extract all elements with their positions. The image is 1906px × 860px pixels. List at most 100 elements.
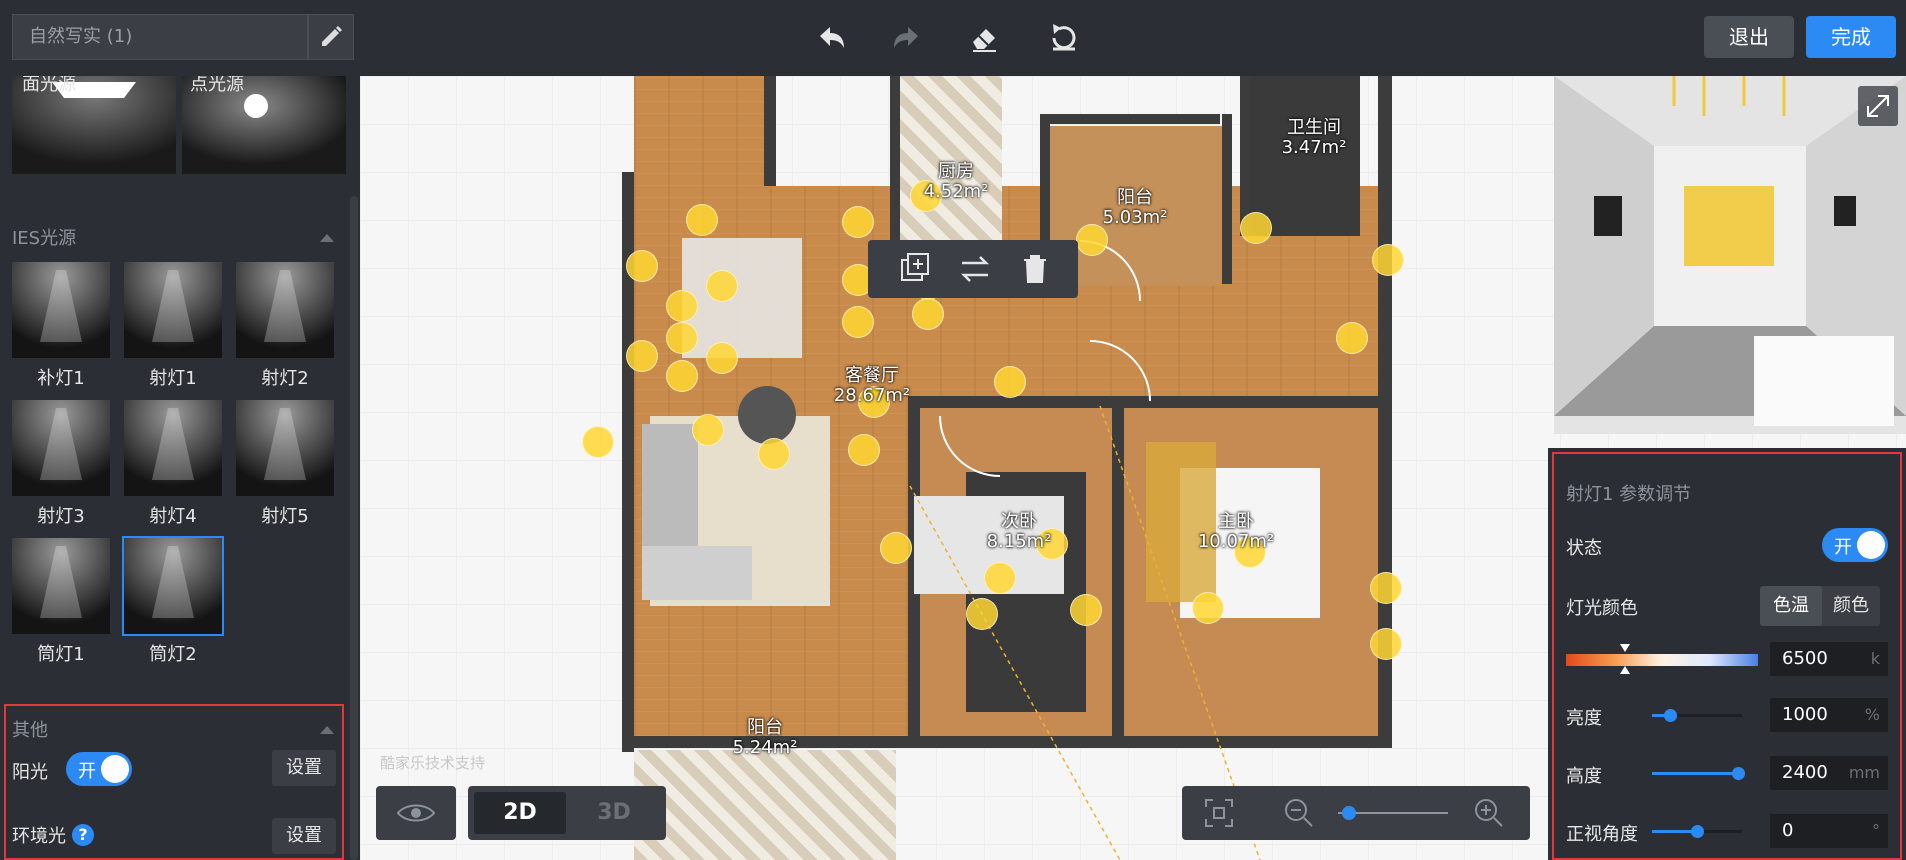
ies-light-tile[interactable] [12, 262, 110, 358]
color-rgb-tab[interactable]: 颜色 [1822, 586, 1880, 626]
color-temp-marker-top[interactable] [1620, 644, 1630, 652]
light-bulb-marker[interactable] [912, 298, 944, 330]
color-temp-tab[interactable]: 色温 [1760, 586, 1822, 626]
ies-light-label: 射灯1 [149, 368, 197, 389]
room-label-second-bedroom: 次卧 8.15m² [974, 512, 1064, 552]
height-input[interactable]: 2400 mm [1770, 756, 1888, 790]
light-bulb-marker[interactable] [1370, 628, 1402, 660]
zoom-out-icon[interactable] [1282, 796, 1316, 830]
ies-light-tile[interactable] [12, 538, 110, 634]
visibility-button[interactable] [376, 786, 456, 840]
light-bulb-marker[interactable] [582, 426, 614, 458]
color-temp-input[interactable]: 6500 k [1770, 642, 1888, 676]
ies-light-tile[interactable] [236, 400, 334, 496]
light-bulb-marker[interactable] [626, 340, 658, 372]
exit-button[interactable]: 退出 [1704, 16, 1794, 58]
top-toolbar: 自然写实 (1) 退出 完成 [0, 0, 1906, 76]
scheme-name-field[interactable]: 自然写实 (1) [12, 14, 308, 60]
room-name: 厨房 [938, 161, 974, 182]
light-bulb-marker[interactable] [1336, 322, 1368, 354]
light-bulb-marker[interactable] [842, 206, 874, 238]
redo-button[interactable] [884, 16, 928, 60]
room-area: 10.07m² [1197, 531, 1275, 552]
ies-light-tile[interactable] [124, 262, 222, 358]
light-bulb-marker[interactable] [848, 434, 880, 466]
angle-input[interactable]: 0 ° [1770, 814, 1888, 848]
light-bulb-marker[interactable] [1240, 212, 1272, 244]
view-3d-button[interactable]: 3D [568, 792, 660, 834]
sunlight-toggle[interactable]: 开 [66, 752, 132, 786]
light-bulb-marker[interactable] [706, 342, 738, 374]
ies-light-tile[interactable] [122, 536, 224, 636]
light-bulb-marker[interactable] [1192, 592, 1224, 624]
help-icon[interactable]: ? [72, 824, 94, 846]
undo-button[interactable] [810, 16, 854, 60]
angle-slider[interactable] [1652, 825, 1742, 838]
light-bulb-marker[interactable] [994, 366, 1026, 398]
toggle-knob [1857, 531, 1885, 559]
reset-button[interactable] [1042, 16, 1086, 60]
height-slider[interactable] [1652, 767, 1745, 780]
light-bulb-marker[interactable] [880, 532, 912, 564]
spotlight-preview [124, 400, 222, 496]
light-bulb-marker[interactable] [666, 290, 698, 322]
room-name: 主卧 [1218, 511, 1254, 532]
replace-icon[interactable] [958, 252, 992, 286]
room-name: 次卧 [1001, 511, 1037, 532]
3d-preview[interactable] [1554, 76, 1906, 434]
collapse-chevron-icon[interactable] [320, 726, 334, 734]
view-2d-button[interactable]: 2D [474, 792, 566, 834]
color-temp-marker-bottom[interactable] [1620, 666, 1630, 674]
light-bulb-marker[interactable] [626, 250, 658, 282]
undo-icon [820, 27, 844, 48]
panel-scrollbar[interactable] [350, 196, 358, 860]
fit-view-icon[interactable] [1202, 796, 1236, 830]
state-toggle[interactable]: 开 [1822, 528, 1888, 562]
light-library-panel: 面光源 点光源 IES光源 补灯1 射灯1 射灯2 射灯3 射灯4 射灯5 筒灯1 筒灯2 其… [0, 76, 360, 860]
ies-light-tile[interactable] [236, 262, 334, 358]
light-bulb-marker[interactable] [692, 414, 724, 446]
brightness-slider[interactable] [1652, 709, 1742, 722]
spotlight-preview [124, 538, 222, 634]
light-bulb-marker[interactable] [758, 438, 790, 470]
light-bulb-marker[interactable] [1070, 594, 1102, 626]
eraser-button[interactable] [962, 16, 1006, 60]
color-temp-gradient[interactable] [1566, 654, 1758, 666]
zoom-slider-knob[interactable] [1342, 806, 1356, 820]
collapse-chevron-icon[interactable] [320, 234, 334, 242]
light-bulb-marker[interactable] [1076, 224, 1108, 256]
light-bulb-marker[interactable] [842, 306, 874, 338]
ies-light-tile[interactable] [12, 400, 110, 496]
slider-knob[interactable] [1731, 767, 1745, 780]
light-bulb-marker[interactable] [666, 322, 698, 354]
state-label: 状态 [1566, 538, 1602, 559]
delete-icon[interactable] [1018, 252, 1052, 286]
pencil-icon [322, 26, 342, 46]
room-name: 卫生间 [1287, 117, 1341, 138]
light-bulb-marker[interactable] [666, 360, 698, 392]
slider-knob[interactable] [1691, 825, 1704, 838]
room-area: 5.03m² [1102, 207, 1168, 228]
sunlight-settings-button[interactable]: 设置 [272, 750, 336, 786]
light-bulb-marker[interactable] [686, 204, 718, 236]
brightness-input[interactable]: 1000 % [1770, 698, 1888, 732]
spotlight-preview [12, 262, 110, 358]
light-bulb-marker[interactable] [1370, 572, 1402, 604]
done-button[interactable]: 完成 [1806, 16, 1896, 58]
ies-light-label: 射灯5 [261, 506, 309, 527]
edit-name-button[interactable] [308, 14, 354, 60]
ies-light-tile[interactable] [124, 400, 222, 496]
light-bulb-marker[interactable] [1372, 244, 1404, 276]
redo-icon [894, 27, 918, 48]
light-bulb-marker[interactable] [966, 598, 998, 630]
duplicate-icon[interactable] [898, 252, 932, 286]
expand-preview-button[interactable] [1858, 86, 1898, 126]
light-bulb-marker[interactable] [706, 270, 738, 302]
room-label-balcony-north: 阳台 5.03m² [1090, 188, 1180, 228]
zoom-slider[interactable] [1338, 806, 1448, 820]
other-section-title: 其他 [12, 720, 48, 741]
light-bulb-marker[interactable] [984, 562, 1016, 594]
slider-knob[interactable] [1664, 709, 1677, 722]
zoom-in-icon[interactable] [1472, 796, 1506, 830]
ambient-settings-button[interactable]: 设置 [272, 818, 336, 854]
